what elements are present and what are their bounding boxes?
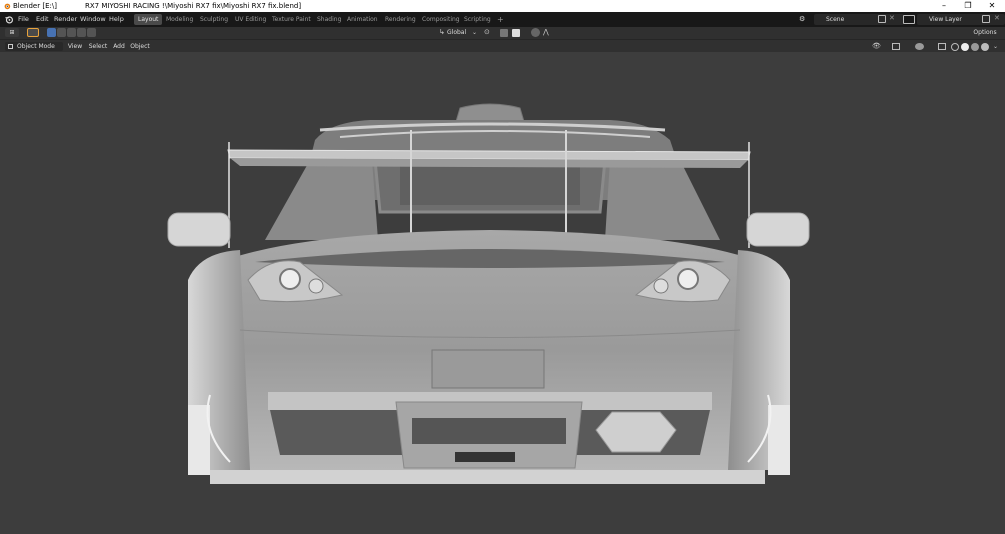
- new-view-layer-icon[interactable]: [982, 15, 990, 23]
- proportional-edit-icon[interactable]: [531, 28, 540, 37]
- falloff-icon[interactable]: ⋀: [543, 28, 549, 37]
- options-dropdown[interactable]: Options: [968, 28, 1002, 37]
- tab-shading[interactable]: Shading: [313, 14, 345, 25]
- menu-render[interactable]: Render: [54, 12, 77, 27]
- shading-options-icon[interactable]: ⌄: [993, 42, 998, 51]
- tab-compositing[interactable]: Compositing: [418, 14, 464, 25]
- blender-menu-icon[interactable]: [4, 15, 14, 24]
- snap-toggle-icon[interactable]: [500, 29, 508, 37]
- tab-uv-editing[interactable]: UV Editing: [231, 14, 270, 25]
- select-new-icon[interactable]: [47, 28, 56, 37]
- app-name: Blender [E:\]: [13, 2, 57, 10]
- select-invert-icon[interactable]: [77, 28, 86, 37]
- new-scene-icon[interactable]: [878, 15, 886, 23]
- overlay-icon[interactable]: [915, 43, 924, 50]
- view-layer-icon[interactable]: [903, 15, 915, 24]
- mode-dropdown[interactable]: Object Mode: [5, 42, 63, 51]
- add-workspace-button[interactable]: +: [493, 14, 508, 25]
- material-shading-icon[interactable]: [971, 43, 979, 51]
- wireframe-shading-icon[interactable]: [951, 43, 959, 51]
- menu-view[interactable]: View: [67, 42, 83, 51]
- select-box-tool-icon[interactable]: [27, 28, 39, 37]
- solid-shading-icon[interactable]: [961, 43, 969, 51]
- tool-settings-bar: ⊞ ↳ Global ⌄ ⊙ ⋀ Options: [0, 27, 1005, 39]
- snap-target-icon[interactable]: [512, 29, 520, 37]
- window-title-bar: Blender [E:\] RX7 MIYOSHI RACING !\Miyos…: [0, 0, 1005, 12]
- menu-edit[interactable]: Edit: [36, 12, 49, 27]
- editor-type-icon[interactable]: ⊞: [5, 28, 19, 37]
- chevron-down-icon: ⌄: [472, 29, 478, 36]
- select-subtract-icon[interactable]: [67, 28, 76, 37]
- restore-button[interactable]: ❐: [956, 0, 980, 12]
- tab-rendering[interactable]: Rendering: [381, 14, 420, 25]
- tab-animation[interactable]: Animation: [343, 14, 382, 25]
- 3d-viewport[interactable]: [0, 52, 1005, 532]
- delete-scene-icon[interactable]: ✕: [889, 14, 895, 22]
- tab-scripting[interactable]: Scripting: [460, 14, 495, 25]
- scene-browse-icon[interactable]: ⚙: [799, 15, 813, 24]
- menu-help[interactable]: Help: [109, 12, 124, 27]
- menu-window[interactable]: Window: [80, 12, 106, 27]
- menu-object[interactable]: Object: [130, 42, 150, 51]
- tab-layout[interactable]: Layout: [134, 14, 163, 25]
- orientation-icon: ↳: [439, 28, 445, 36]
- pivot-point-icon[interactable]: ⊙: [484, 28, 490, 37]
- remove-view-layer-icon[interactable]: ✕: [994, 14, 1000, 22]
- viewport-header: Object Mode View Select Add Object 👁 ⌄: [0, 39, 1005, 52]
- select-intersect-icon[interactable]: [87, 28, 96, 37]
- close-button[interactable]: ✕: [980, 0, 1004, 12]
- top-menu-bar: File Edit Render Window Help Layout Mode…: [0, 12, 1005, 27]
- tab-sculpting[interactable]: Sculpting: [196, 14, 232, 25]
- view-layer-field[interactable]: View Layer: [917, 14, 1005, 25]
- car-model-render: [167, 103, 810, 484]
- menu-file[interactable]: File: [18, 12, 29, 27]
- xray-icon[interactable]: [938, 43, 946, 50]
- gizmo-icon[interactable]: [892, 43, 900, 50]
- menu-select[interactable]: Select: [88, 42, 108, 51]
- select-extend-icon[interactable]: [57, 28, 66, 37]
- visibility-icon[interactable]: 👁: [872, 42, 881, 51]
- menu-add[interactable]: Add: [112, 42, 126, 51]
- blender-logo-icon: [4, 3, 11, 10]
- object-mode-icon: [8, 44, 13, 49]
- tab-texture-paint[interactable]: Texture Paint: [268, 14, 315, 25]
- file-path: RX7 MIYOSHI RACING !\Miyoshi RX7 fix\Miy…: [85, 2, 302, 10]
- tab-modeling[interactable]: Modeling: [162, 14, 197, 25]
- minimize-button[interactable]: –: [932, 0, 956, 12]
- rendered-shading-icon[interactable]: [981, 43, 989, 51]
